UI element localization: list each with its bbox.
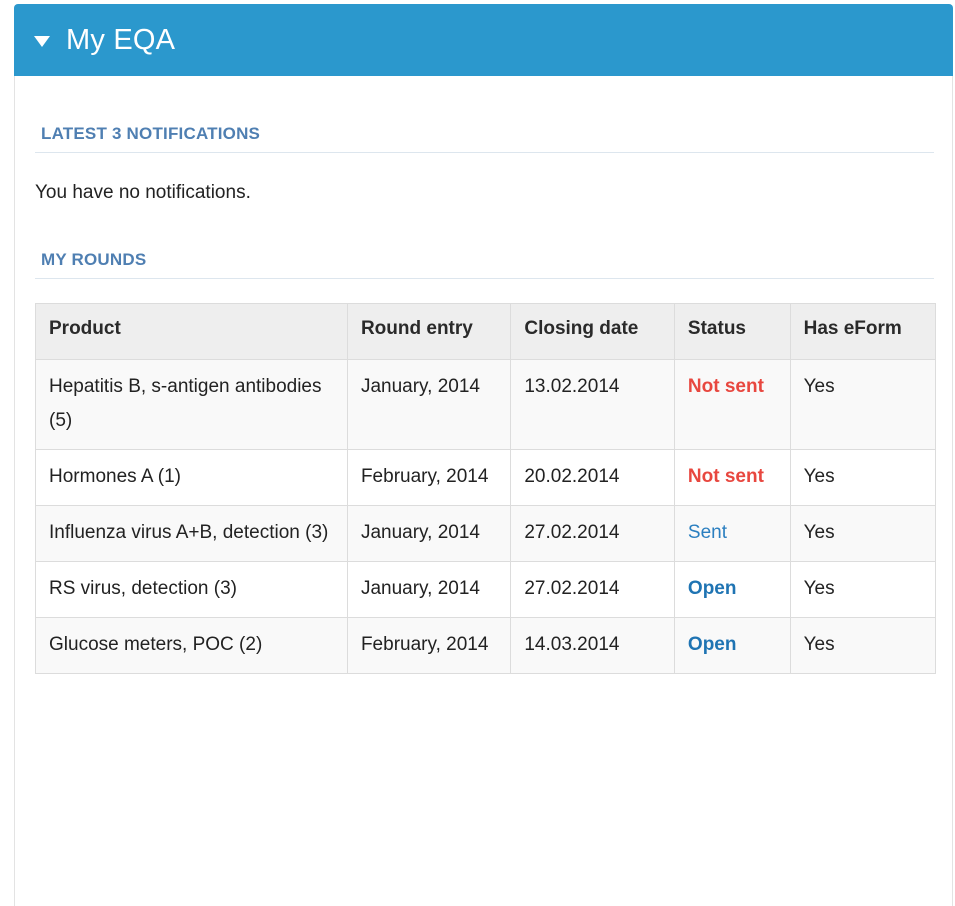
panel-title: My EQA <box>66 23 176 56</box>
caret-down-icon[interactable] <box>34 35 50 47</box>
column-header-has-eform[interactable]: Has eForm <box>789 303 937 360</box>
table-row[interactable]: RS virus, detection (3) January, 2014 27… <box>35 561 937 618</box>
table-row[interactable]: Glucose meters, POC (2) February, 2014 1… <box>35 617 937 674</box>
cell-product: Hormones A (1) <box>35 449 348 506</box>
cell-status: Sent <box>673 505 791 562</box>
cell-round-entry: January, 2014 <box>346 505 512 562</box>
table-row[interactable]: Influenza virus A+B, detection (3) Janua… <box>35 505 937 562</box>
cell-round-entry: January, 2014 <box>346 359 512 450</box>
cell-status: Not sent <box>673 449 791 506</box>
cell-product: Influenza virus A+B, detection (3) <box>35 505 348 562</box>
cell-closing-date: 27.02.2014 <box>510 561 675 618</box>
cell-has-eform: Yes <box>789 617 937 674</box>
my-eqa-panel: My EQA LATEST 3 NOTIFICATIONS You have n… <box>14 4 953 906</box>
table-row[interactable]: Hepatitis B, s-antigen antibodies (5) Ja… <box>35 359 937 450</box>
column-header-round-entry[interactable]: Round entry <box>346 303 512 360</box>
notifications-empty-text: You have no notifications. <box>35 182 251 203</box>
table-header-row: Product Round entry Closing date Status … <box>35 303 937 360</box>
cell-has-eform: Yes <box>789 561 937 618</box>
column-header-status[interactable]: Status <box>673 303 791 360</box>
cell-product: RS virus, detection (3) <box>35 561 348 618</box>
cell-round-entry: February, 2014 <box>346 449 512 506</box>
column-header-closing-date[interactable]: Closing date <box>510 303 675 360</box>
cell-closing-date: 14.03.2014 <box>510 617 675 674</box>
cell-closing-date: 27.02.2014 <box>510 505 675 562</box>
cell-product: Hepatitis B, s-antigen antibodies (5) <box>35 359 348 450</box>
cell-product: Glucose meters, POC (2) <box>35 617 348 674</box>
cell-status[interactable]: Open <box>673 561 791 618</box>
cell-status[interactable]: Open <box>673 617 791 674</box>
rounds-table: Product Round entry Closing date Status … <box>35 303 937 674</box>
cell-has-eform: Yes <box>789 505 937 562</box>
table-row[interactable]: Hormones A (1) February, 2014 20.02.2014… <box>35 449 937 506</box>
cell-closing-date: 20.02.2014 <box>510 449 675 506</box>
cell-has-eform: Yes <box>789 359 937 450</box>
cell-status: Not sent <box>673 359 791 450</box>
notifications-heading: LATEST 3 NOTIFICATIONS <box>35 124 934 153</box>
panel-body: LATEST 3 NOTIFICATIONS You have no notif… <box>14 76 953 906</box>
cell-has-eform: Yes <box>789 449 937 506</box>
panel-header-toggle[interactable]: My EQA <box>14 4 953 76</box>
column-header-product[interactable]: Product <box>35 303 348 360</box>
cell-closing-date: 13.02.2014 <box>510 359 675 450</box>
rounds-heading: MY ROUNDS <box>35 250 934 279</box>
cell-round-entry: February, 2014 <box>346 617 512 674</box>
cell-round-entry: January, 2014 <box>346 561 512 618</box>
